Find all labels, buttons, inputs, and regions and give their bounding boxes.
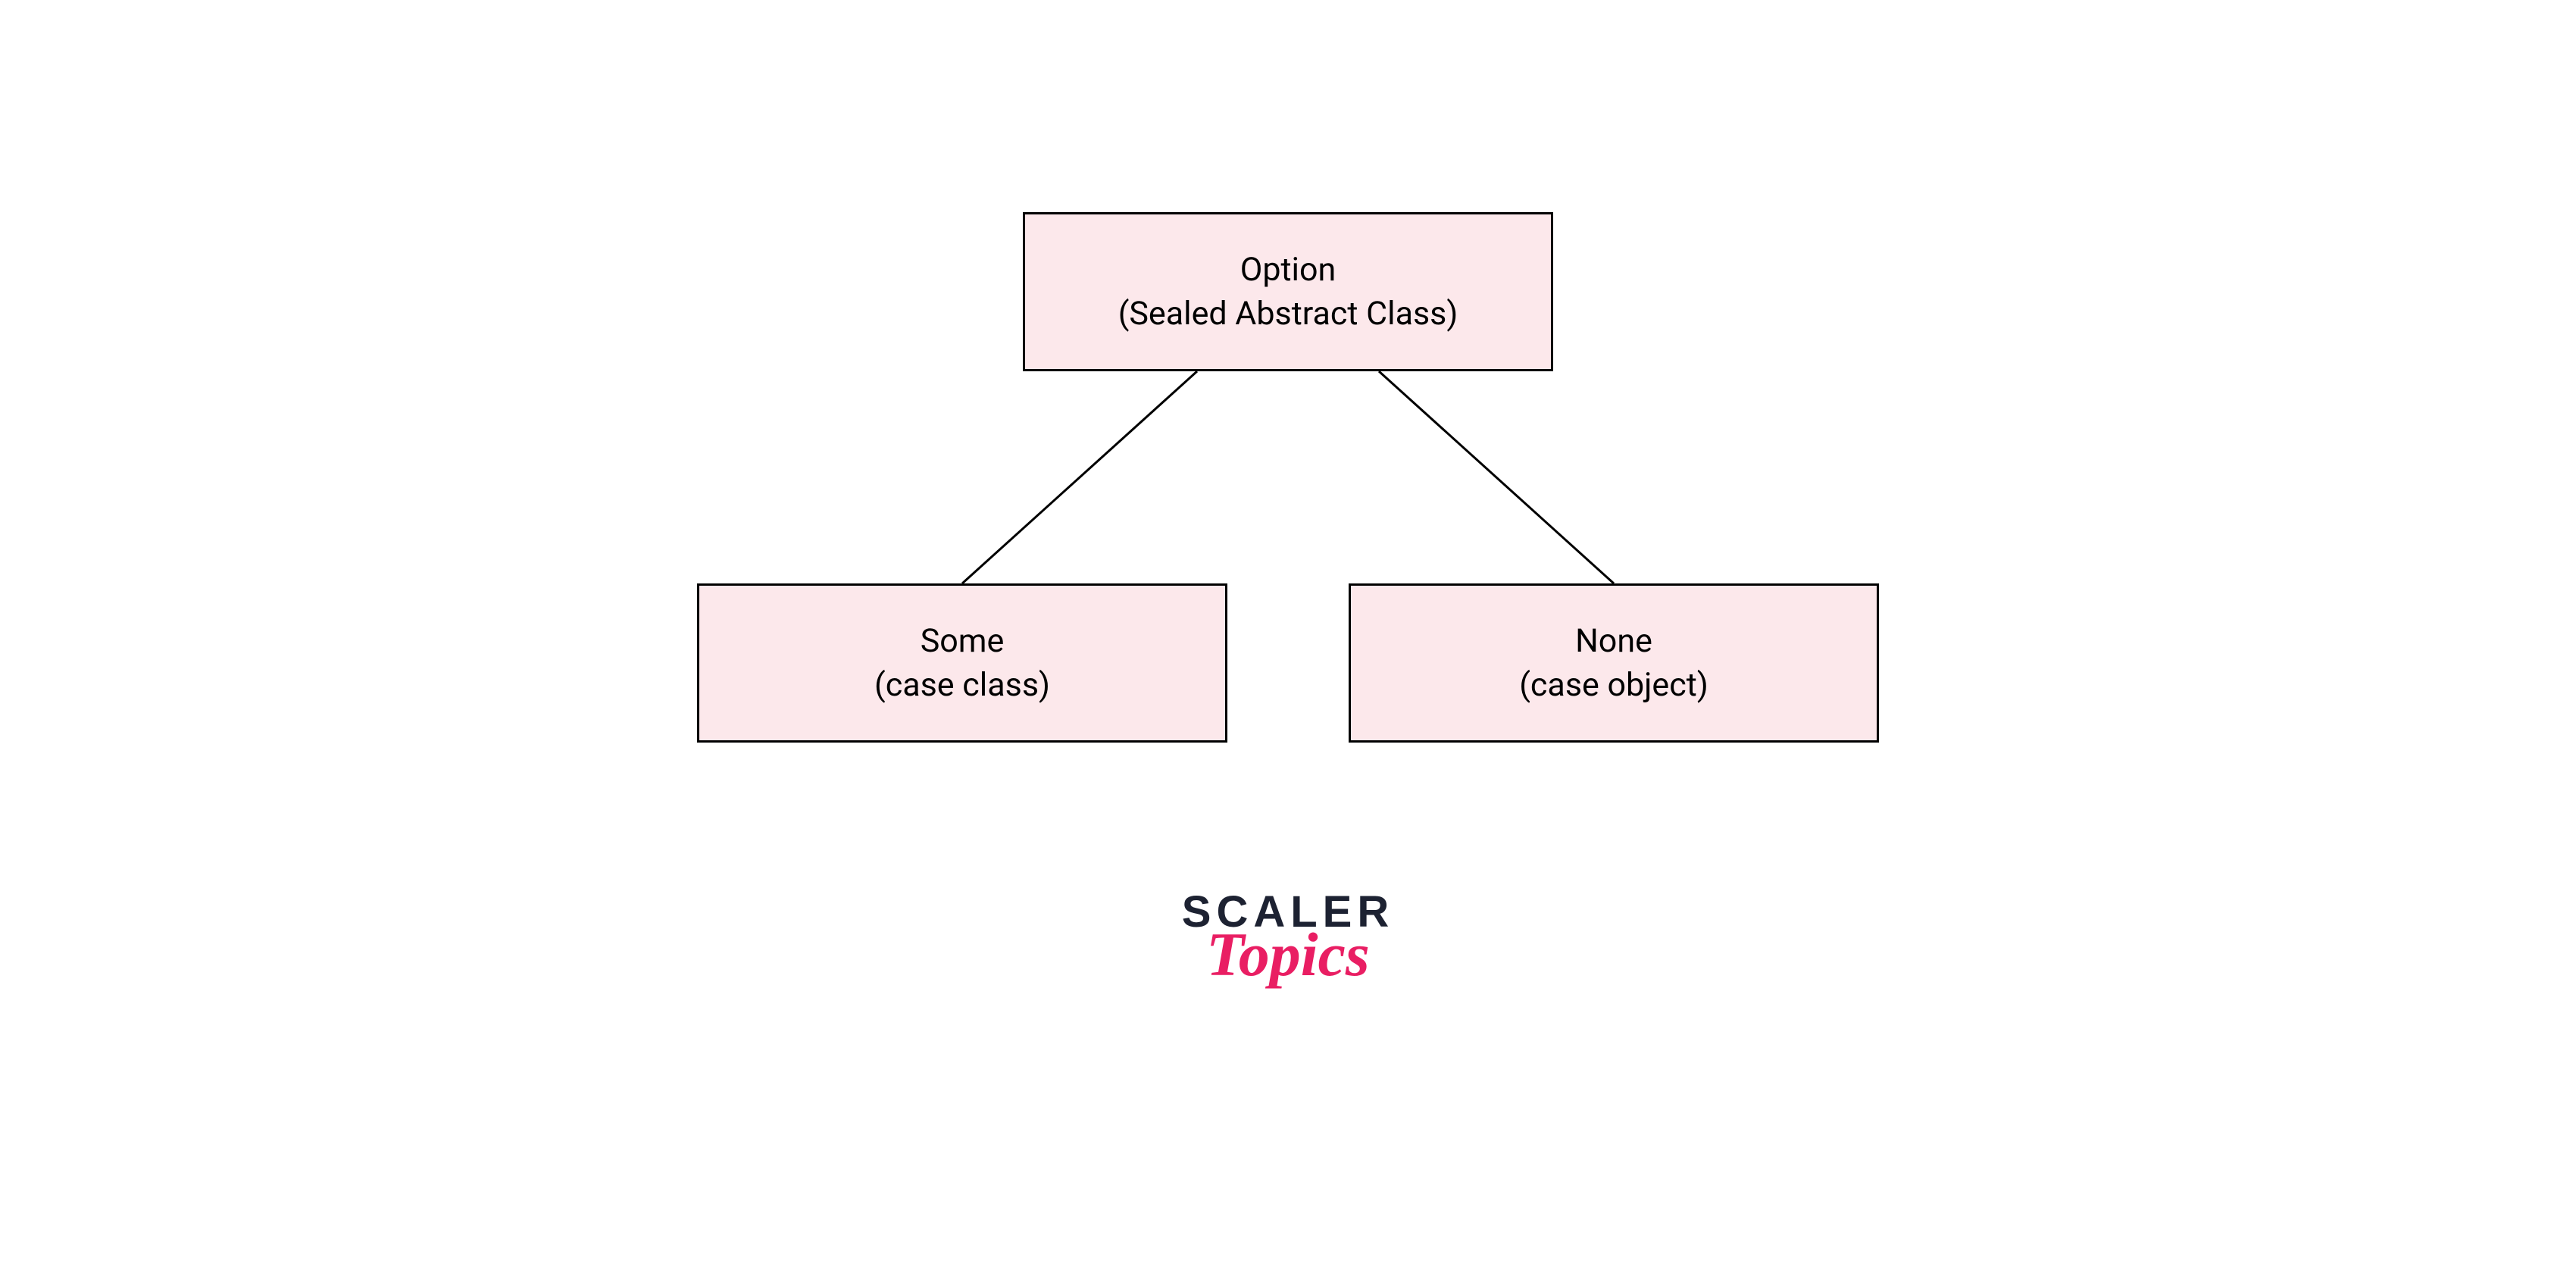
hierarchy-diagram: Option (Sealed Abstract Class) Some (cas… — [697, 212, 1879, 758]
brand-logo: SCALER Topics — [1182, 887, 1394, 986]
child-left-title: Some — [921, 619, 1005, 663]
parent-node-subtitle: (Sealed Abstract Class) — [1118, 292, 1458, 336]
parent-node-title: Option — [1240, 248, 1336, 292]
child-left-subtitle: (case class) — [874, 663, 1050, 707]
logo-topics-text: Topics — [1182, 924, 1394, 986]
child-right-title: None — [1575, 619, 1652, 663]
child-node-none: None (case object) — [1349, 583, 1879, 743]
child-node-some: Some (case class) — [697, 583, 1227, 743]
parent-node-option: Option (Sealed Abstract Class) — [1023, 212, 1553, 371]
child-right-subtitle: (case object) — [1519, 663, 1708, 707]
